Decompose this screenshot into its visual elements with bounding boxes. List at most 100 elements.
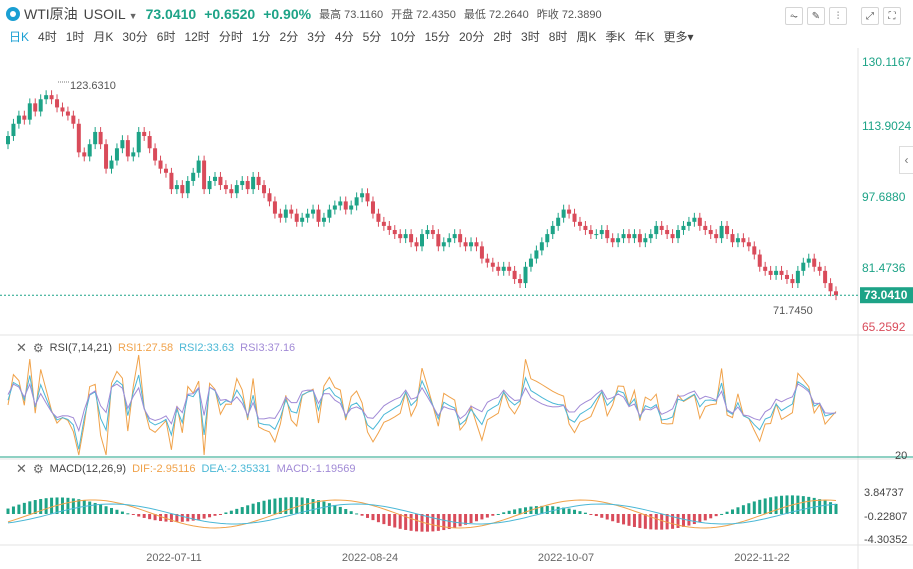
macd-bar [349,511,353,514]
chevron-left-icon[interactable]: ‹ [899,146,913,174]
close-icon[interactable]: ✕ [16,340,27,356]
macd-bar [371,514,375,521]
macd-bar [436,514,440,531]
candle-body [774,270,779,275]
candle-body [289,209,294,214]
macd-bar [273,498,277,514]
macd-bar [785,495,789,514]
candle-body [806,258,811,263]
macd-dea-value: DEA:-2.35331 [201,463,271,475]
macd-bar [355,513,359,515]
candle-body [398,234,403,239]
macd-bar [758,499,762,514]
candle-body [245,180,250,190]
current-price-tag: 73.0410 [864,288,908,302]
price-axis-label: 65.2592 [862,320,906,334]
price-axis-label: 113.9024 [862,119,911,133]
macd-bar [257,502,261,514]
macd-dif-value: DIF:-2.95116 [132,463,196,475]
macd-bar [507,510,511,514]
candle-body [752,246,757,255]
candle-body [370,201,375,214]
macd-bar [736,507,740,514]
candle-body [191,172,196,181]
rsi3-line [7,382,837,433]
macd-bar [774,496,778,514]
macd-bar [202,514,206,519]
macd-bar [148,514,152,520]
macd-bar [338,506,342,514]
max-price-label: 123.6310 [70,80,116,92]
macd-bar [747,503,751,514]
macd-bar [807,496,811,514]
candle-body [387,225,392,230]
candle-body [681,225,686,230]
date-axis-label: 2022-10-07 [538,552,594,564]
macd-bar [360,514,364,516]
rsi-axis-20: 20 [895,450,907,462]
candle-body [708,229,713,235]
macd-bar [218,514,222,515]
candle-body [523,266,528,284]
candle-body [436,234,441,247]
candle-body [153,148,158,161]
candle-body [730,234,735,243]
candle-body [801,262,806,271]
candle-body [763,266,768,271]
macd-bar [289,497,293,514]
candle-body [343,201,348,210]
macd-bar [731,509,734,514]
macd-bar [780,495,784,514]
candle-body [539,242,544,251]
macd-bar [415,514,419,532]
macd-bar [142,514,146,518]
macd-bar [583,512,587,514]
candle-body [256,176,261,186]
candle-body [109,160,114,169]
price-chart[interactable]: 130.1167 113.9024 97.6880 81.4736 65.2592 73.… [0,0,913,569]
macd-bar [262,500,266,514]
macd-bar [327,503,331,514]
candle-body [202,160,207,190]
macd-bar [453,514,457,528]
min-price-label: 71.7450 [773,305,813,317]
gear-icon[interactable]: ⚙ [33,462,44,476]
rsi-title: ✕ ⚙ RSI(7,14,21) RSI1:27.58 RSI2:33.63 R… [16,340,301,356]
macd-bar [66,497,70,514]
candle-body [670,234,675,239]
macd-bar [159,514,163,522]
candle-body [272,201,277,214]
candle-body [240,180,245,186]
rsi-label: RSI(7,14,21) [49,342,113,354]
candle-body [610,238,615,243]
macd-axis-label: -4.30352 [864,534,907,546]
macd-bar [556,506,560,514]
gear-icon[interactable]: ⚙ [33,341,44,355]
candle-body [131,152,136,157]
macd-bar [6,508,10,514]
macd-bar [246,505,250,514]
candle-body [185,180,190,194]
macd-bar [594,514,598,517]
candle-body [234,185,239,194]
macd-bar [709,514,713,519]
candle-body [365,193,370,202]
candle-body [294,213,299,222]
candle-body [550,225,555,235]
candle-body [474,242,479,247]
candle-body [746,242,751,247]
macd-bar [251,503,255,514]
macd-bar [496,513,500,515]
macd-bar [88,501,92,514]
candle-body [823,270,828,284]
macd-bar [208,514,212,518]
candle-body [768,270,773,275]
candle-body [485,258,490,263]
macd-bar [567,508,571,514]
close-icon[interactable]: ✕ [16,461,27,477]
macd-bar [311,499,315,514]
candle-body [741,238,746,243]
candle-body [87,144,92,157]
macd-bar [513,509,517,514]
candle-body [174,185,179,190]
